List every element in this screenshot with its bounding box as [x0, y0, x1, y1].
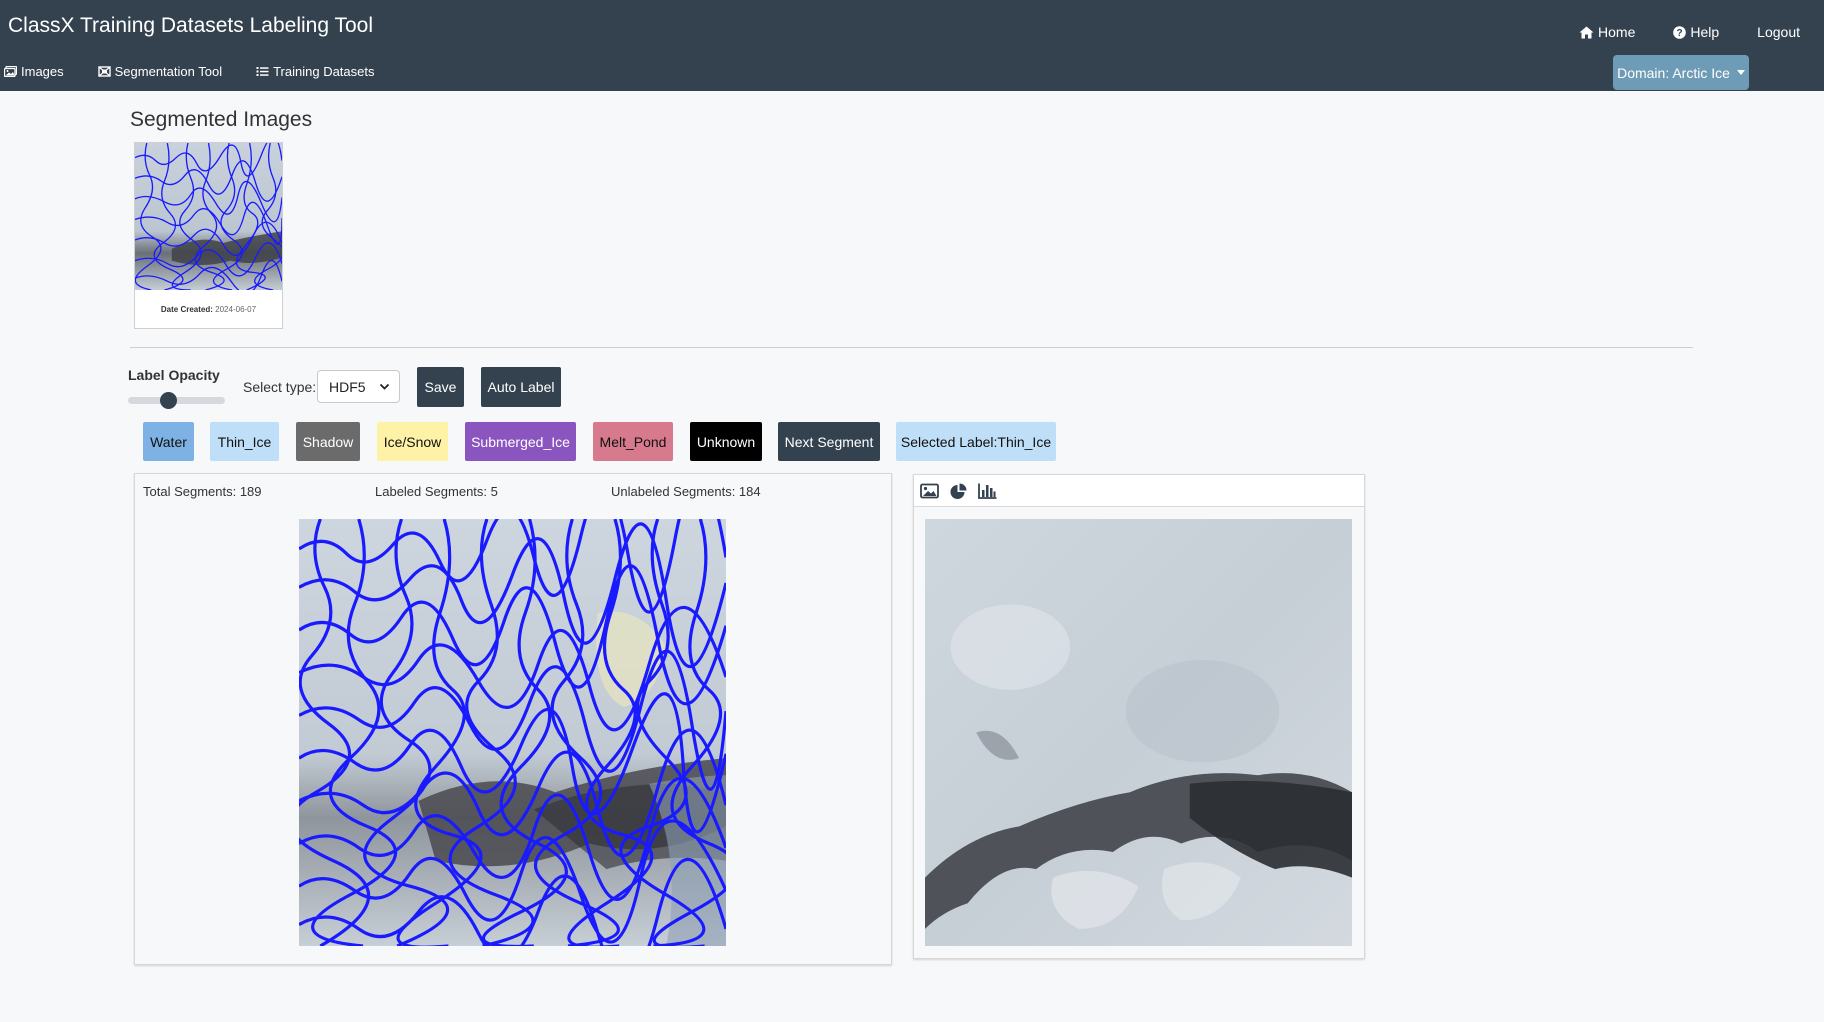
chevron-down-icon [379, 383, 390, 390]
nav-help[interactable]: ? Help [1673, 24, 1719, 40]
list-icon [256, 67, 269, 76]
nav-training-datasets[interactable]: Training Datasets [256, 64, 375, 79]
domain-dropdown-label: Domain: Arctic Ice [1617, 64, 1730, 81]
nav-home[interactable]: Home [1579, 24, 1635, 40]
nav-segmentation-tool[interactable]: Segmentation Tool [97, 64, 223, 79]
label-thin-ice-button[interactable]: Thin_Ice [210, 422, 279, 461]
segmentation-panel: Total Segments: 189 Labeled Segments: 5 … [134, 473, 892, 965]
selected-label-indicator: Selected Label:Thin_Ice [896, 422, 1056, 461]
segmented-image-thumbnail[interactable] [135, 143, 282, 290]
svg-text:?: ? [1677, 28, 1683, 39]
nav-home-label: Home [1598, 24, 1636, 40]
select-type-label: Select type: [243, 379, 317, 395]
label-shadow-button[interactable]: Shadow [296, 422, 360, 461]
select-type-dropdown[interactable]: HDF5 [317, 370, 400, 403]
save-button[interactable]: Save [417, 367, 464, 407]
main-nav: Images Segmentation Tool Training Datase… [4, 64, 409, 79]
segmentation-icon [97, 66, 111, 77]
date-created-label: Date Created: [160, 305, 213, 314]
label-water-button[interactable]: Water [143, 422, 194, 461]
nav-logout[interactable]: Logout [1757, 24, 1800, 40]
home-icon [1579, 26, 1594, 38]
segmented-image-card[interactable]: Date Created: 2024-06-07 [134, 142, 283, 329]
app-title: ClassX Training Datasets Labeling Tool [8, 14, 373, 37]
nav-training-label: Training Datasets [273, 64, 375, 79]
nav-images[interactable]: Images [4, 64, 64, 79]
total-segments: Total Segments: 189 [143, 484, 262, 499]
segmented-image-canvas[interactable] [299, 519, 726, 946]
label-submerged-ice-button[interactable]: Submerged_Ice [465, 422, 576, 461]
user-nav: Home ? Help Logout [1541, 24, 1800, 40]
section-divider [130, 347, 1693, 348]
nav-logout-label: Logout [1757, 24, 1800, 40]
original-image-view [925, 519, 1352, 946]
auto-label-button[interactable]: Auto Label [481, 367, 561, 407]
segmented-images-title: Segmented Images [130, 108, 313, 131]
images-icon [4, 66, 17, 77]
unlabeled-segments: Unlabeled Segments: 184 [611, 484, 761, 499]
select-type-value: HDF5 [329, 378, 366, 395]
next-segment-button[interactable]: Next Segment [778, 422, 880, 461]
labeled-segments: Labeled Segments: 5 [375, 484, 498, 499]
nav-images-label: Images [21, 64, 64, 79]
label-opacity-slider-handle[interactable] [160, 392, 177, 409]
date-created-value: 2024-06-07 [215, 305, 257, 314]
label-ice-snow-button[interactable]: Ice/Snow [377, 422, 448, 461]
nav-segmentation-label: Segmentation Tool [114, 64, 223, 79]
caret-down-icon [1736, 70, 1745, 75]
domain-dropdown[interactable]: Domain: Arctic Ice [1613, 55, 1749, 90]
label-melt-pond-button[interactable]: Melt_Pond [593, 422, 673, 461]
top-navbar: ClassX Training Datasets Labeling Tool I… [0, 0, 1824, 91]
help-icon: ? [1673, 25, 1687, 39]
image-preview-panel [913, 474, 1365, 959]
nav-help-label: Help [1690, 24, 1720, 40]
preview-toolbar [914, 475, 1364, 507]
bar-chart-icon[interactable] [978, 483, 997, 499]
thumbnail-caption: Date Created: 2024-06-07 [135, 305, 282, 314]
image-icon[interactable] [920, 483, 939, 499]
label-opacity-title: Label Opacity [128, 367, 220, 383]
pie-chart-icon[interactable] [949, 483, 968, 500]
label-unknown-button[interactable]: Unknown [690, 422, 762, 461]
